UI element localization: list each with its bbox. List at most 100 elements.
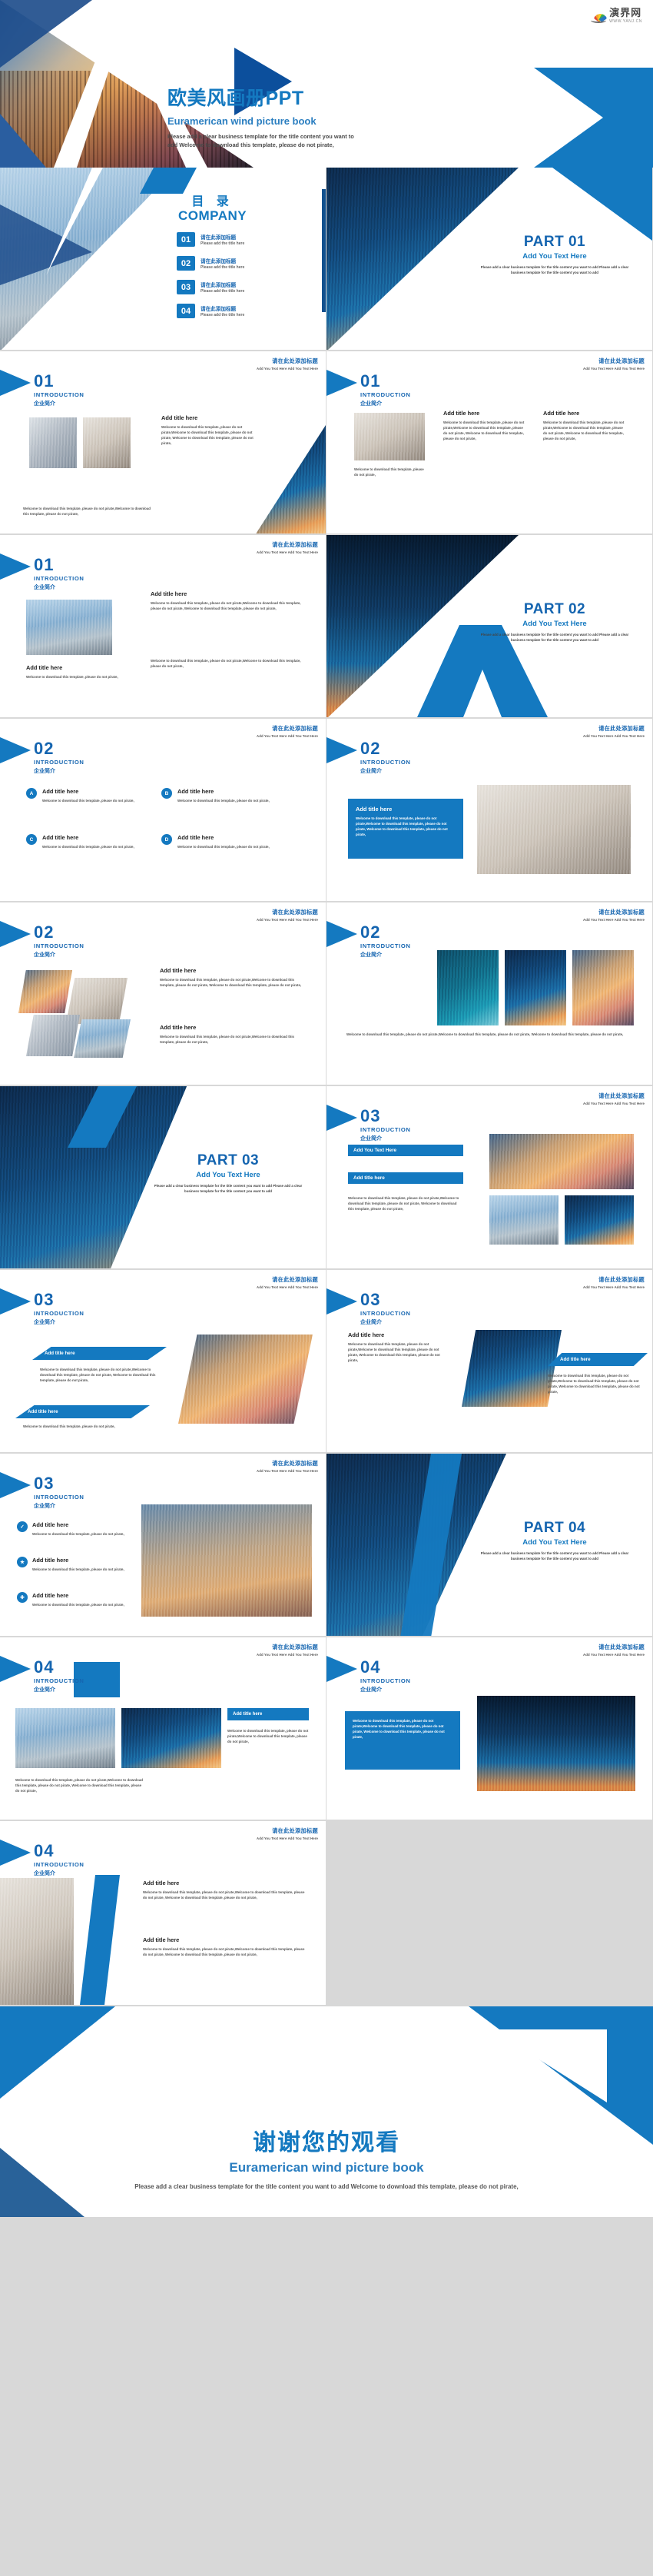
section-arrow-icon [0,553,31,580]
part3-text: PART 03 Add You Text Here Please add a c… [148,1152,309,1194]
slide-01-intro-c[interactable]: 01 INTRODUCTION 企业简介 请在此处添加标题 Add You Te… [0,535,326,719]
section-arrow-icon [0,370,31,396]
header-title-zh: 请在此处添加标题 [272,357,318,364]
slide-part-03[interactable]: PART 03 Add You Text Here Please add a c… [0,1086,326,1270]
header-title-zh: 请在此处添加标题 [272,1460,318,1467]
blue-label-2: Add title here [15,1405,150,1418]
blue-label-1: Add title here [548,1353,648,1366]
site-logo[interactable]: 演界网 WWW.YANJ.CN [591,7,642,24]
slide-04-b[interactable]: 04 INTRODUCTION 企业简介 请在此处添加标题 Add You Te… [326,1637,653,1821]
slide-02-panel[interactable]: 02 INTRODUCTION 企业简介 请在此处添加标题 Add You Te… [326,719,653,902]
section-number: 02 [34,739,55,758]
header-title-en: Add You Text Here Add You Text Here [583,917,645,922]
slide-04-a[interactable]: 04 INTRODUCTION 企业简介 请在此处添加标题 Add You Te… [0,1637,326,1821]
slide-02-collage[interactable]: 02 INTRODUCTION 企业简介 请在此处添加标题 Add You Te… [0,902,326,1086]
toc-item[interactable]: 03 请在此添加标题 Please add the title here [177,280,244,294]
slide-cover[interactable]: 演界网 WWW.YANJ.CN 欧美风画册PPT Euramerican win… [0,0,653,168]
part4-text: PART 04 Add You Text Here Please add a c… [474,1520,635,1561]
photo-thumb [572,950,634,1025]
slide-03-skew-b[interactable]: 03 INTRODUCTION 企业简介 请在此处添加标题 Add You Te… [326,1270,653,1454]
block-title: Add title here [26,664,63,671]
slide-02-bullets[interactable]: 02 INTRODUCTION 企业简介 请在此处添加标题 Add You Te… [0,719,326,902]
section-label-zh: 企业简介 [34,1504,55,1509]
section-arrow-icon [326,737,357,763]
block-body: Welcome to download this template, pleas… [26,675,118,679]
slide-toc[interactable]: 目 录 COMPANY 01 请在此添加标题 Please add the ti… [0,168,326,351]
toc-item-title: 请在此添加标题 [201,258,237,264]
section-number: 02 [360,739,381,758]
slide-01-intro-a[interactable]: 01 INTRODUCTION 企业简介 请在此处添加标题 Add You Te… [0,351,326,535]
slide-03-skew-a[interactable]: 03 INTRODUCTION 企业简介 请在此处添加标题 Add You Te… [0,1270,326,1454]
slide-part-04[interactable]: PART 04 Add You Text Here Please add a c… [326,1454,653,1637]
toc-item-title: 请在此添加标题 [201,234,237,241]
toc-item[interactable]: 01 请在此添加标题 Please add the title here [177,232,244,247]
blue-label-1: Add You Text Here [348,1145,463,1156]
section-label-en: INTRODUCTION [360,1126,411,1133]
bullet-item[interactable]: ★ Add title here Welcome to download thi… [17,1557,124,1572]
bullet-item[interactable]: B Add title here Welcome to download thi… [161,788,277,803]
block-body: Welcome to download this template, pleas… [543,420,625,441]
block-title: Add title here [151,590,187,597]
slide-header: 请在此处添加标题 Add You Text Here Add You Text … [257,1644,318,1657]
bullet-item[interactable]: ✚ Add title here Welcome to download thi… [17,1592,124,1607]
block-body: Welcome to download this template, pleas… [151,601,301,611]
text-block: Welcome to download this template, pleas… [346,1032,631,1037]
section-label-zh: 企业简介 [360,769,382,774]
section-label-zh: 企业简介 [34,769,55,774]
bullet-title: Add title here [32,1521,69,1528]
toc-item[interactable]: 04 请在此添加标题 Please add the title here [177,304,244,318]
slide-01-intro-b[interactable]: 01 INTRODUCTION 企业简介 请在此处添加标题 Add You Te… [326,351,653,535]
part-title: PART 01 [523,234,586,250]
header-title-zh: 请在此处添加标题 [272,1276,318,1283]
slide-03-bullets[interactable]: 03 INTRODUCTION 企业简介 请在此处添加标题 Add You Te… [0,1454,326,1637]
logo-url: WWW.YANJ.CN [609,19,642,24]
bullet-title: Add title here [177,834,214,841]
block-title: Add title here [348,1331,385,1338]
slide-03-labels[interactable]: 03 INTRODUCTION 企业简介 请在此处添加标题 Add You Te… [326,1086,653,1270]
bullet-badge-d: D [161,834,172,845]
photo-thumb [489,1134,634,1189]
panel-body: Welcome to download this template, pleas… [356,816,448,837]
slide-02-three-photos[interactable]: 02 INTRODUCTION 企业简介 请在此处添加标题 Add You Te… [326,902,653,1086]
slide-04-c[interactable]: 04 INTRODUCTION 企业简介 请在此处添加标题 Add You Te… [0,1821,326,2005]
bullet-item[interactable]: C Add title here Welcome to download thi… [26,834,141,849]
block-body: Welcome to download this template, pleas… [23,1424,115,1428]
header-title-en: Add You Text Here Add You Text Here [257,1836,318,1840]
bullet-item[interactable]: D Add title here Welcome to download thi… [161,834,277,849]
photo-thumb [489,1195,559,1245]
bullet-title: Add title here [42,788,79,795]
section-label-zh: 企业简介 [360,1136,382,1142]
section-number: 04 [360,1657,381,1677]
toc-item[interactable]: 02 请在此添加标题 Please add the title here [177,256,244,271]
toc-item-title: 请在此添加标题 [201,306,237,312]
bullet-badge-c: C [26,834,37,845]
text-block: Add title here Welcome to download this … [160,967,306,988]
section-label-en: INTRODUCTION [34,1861,85,1868]
blue-text-panel: Add title here Welcome to download this … [348,799,463,859]
slide-grid: 目 录 COMPANY 01 请在此添加标题 Please add the ti… [0,168,653,2005]
section-label-zh: 企业简介 [360,401,382,407]
section-number-block: 02 INTRODUCTION 企业简介 [34,924,84,959]
part-subtitle: Add You Text Here [522,620,587,628]
section-label-zh: 企业简介 [34,1687,55,1693]
photo-large [178,1335,313,1424]
bullet-item[interactable]: A Add title here Welcome to download thi… [26,788,141,803]
photo-thumb [354,413,425,460]
slide-header: 请在此处添加标题 Add You Text Here Add You Text … [257,1460,318,1473]
text-block: Welcome to download this template, pleas… [23,1424,150,1429]
bullet-body: Welcome to download this template, pleas… [32,1532,124,1536]
check-icon: ✓ [17,1521,28,1532]
slide-thank-you[interactable]: 谢谢您的观看 Euramerican wind picture book Ple… [0,2005,653,2217]
slide-part-02[interactable]: PART 02 Add You Text Here Please add a c… [326,535,653,719]
photo-large [141,1504,312,1617]
slide-part-01[interactable]: PART 01 Add You Text Here Please add a c… [326,168,653,351]
bullet-item[interactable]: ✓ Add title here Welcome to download thi… [17,1521,124,1537]
bullet-title: Add title here [32,1592,69,1599]
header-title-en: Add You Text Here Add You Text Here [583,733,645,738]
blue-label-text: Add title here [233,1712,263,1717]
part-description: Please add a clear business template for… [154,1184,303,1194]
block-body: Welcome to download this template, pleas… [227,1729,309,1744]
corner-photo [255,425,326,533]
photo-thumb [121,1708,221,1768]
block-body: Welcome to download this template, pleas… [348,1342,440,1363]
